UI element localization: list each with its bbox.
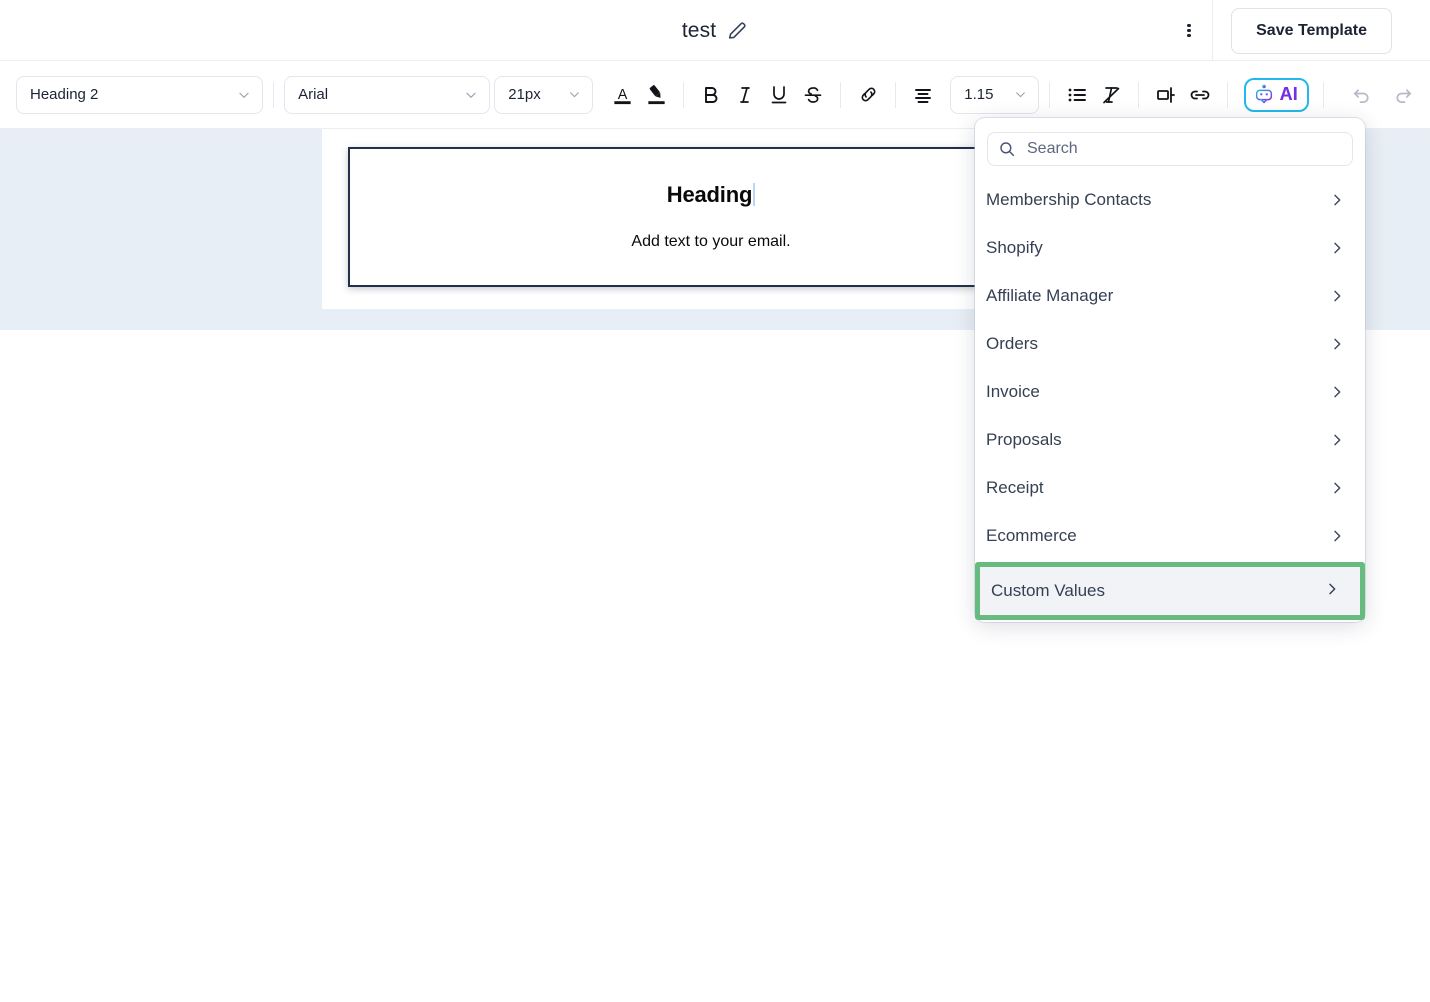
history-controls	[1344, 78, 1420, 112]
text-color-icon[interactable]: A	[605, 78, 639, 112]
line-height-value: 1.15	[964, 86, 994, 103]
selected-text-block[interactable]: Heading Add text to your email.	[348, 147, 1074, 287]
chevron-right-icon	[1329, 288, 1345, 304]
chevron-right-icon	[1329, 192, 1345, 208]
block-heading-value: Heading	[666, 182, 753, 207]
header-actions: Save Template	[1170, 0, 1392, 61]
menu-item-label: Affiliate Manager	[986, 286, 1114, 305]
font-size-value: 21px	[508, 86, 541, 103]
chevron-down-icon	[568, 88, 581, 101]
menu-item-label: Custom Values	[991, 581, 1106, 600]
menu-item-orders[interactable]: Orders	[975, 320, 1365, 368]
link-icon[interactable]	[851, 78, 885, 112]
italic-icon[interactable]	[728, 78, 762, 112]
more-vertical-icon[interactable]	[1170, 12, 1208, 50]
font-family-value: Arial	[298, 86, 329, 103]
chevron-down-icon	[464, 88, 478, 102]
chevron-right-icon	[1329, 240, 1345, 256]
ai-assistant-button[interactable]: AI	[1243, 77, 1309, 112]
text-caret	[753, 183, 756, 206]
menu-item-shopify[interactable]: Shopify	[975, 224, 1365, 272]
paragraph-style-value: Heading 2	[30, 86, 99, 103]
save-template-button[interactable]: Save Template	[1231, 7, 1392, 54]
menu-item-proposals[interactable]: Proposals	[975, 416, 1365, 464]
menu-item-label: Invoice	[986, 382, 1040, 401]
toolbar-divider	[683, 81, 685, 108]
menu-search-container	[975, 118, 1365, 176]
toolbar-divider	[1137, 81, 1139, 108]
bold-icon[interactable]	[694, 78, 728, 112]
line-height-select[interactable]: 1.15	[950, 75, 1039, 114]
menu-item-affiliate-manager[interactable]: Affiliate Manager	[975, 272, 1365, 320]
block-heading-text[interactable]: Heading	[350, 182, 1072, 208]
robot-icon	[1253, 84, 1275, 106]
merge-field-category-list: Membership Contacts Shopify Affiliate Ma…	[975, 176, 1365, 622]
chevron-right-icon	[1329, 528, 1345, 544]
chevron-right-icon	[1329, 432, 1345, 448]
underline-icon[interactable]	[762, 78, 796, 112]
menu-item-label: Orders	[986, 334, 1038, 353]
highlight-color-icon[interactable]	[639, 78, 673, 112]
merge-link-icon[interactable]	[1183, 78, 1217, 112]
align-icon[interactable]	[906, 78, 940, 112]
block-subtext[interactable]: Add text to your email.	[350, 233, 1072, 251]
menu-item-label: Shopify	[986, 238, 1043, 257]
pencil-icon[interactable]	[726, 20, 748, 42]
clear-formatting-icon[interactable]	[1094, 78, 1128, 112]
highlight-annotation-ring: Custom Values	[975, 562, 1365, 620]
menu-item-receipt[interactable]: Receipt	[975, 464, 1365, 512]
chevron-right-icon	[1329, 480, 1345, 496]
chevron-down-icon	[237, 88, 251, 102]
ai-button-label: AI	[1279, 84, 1298, 104]
chevron-right-icon	[1329, 336, 1345, 352]
menu-item-invoice[interactable]: Invoice	[975, 368, 1365, 416]
toolbar-divider	[1226, 81, 1228, 108]
toolbar-divider	[273, 81, 275, 108]
split-block-icon[interactable]	[1149, 78, 1183, 112]
header-divider	[1212, 0, 1214, 61]
search-icon	[998, 140, 1016, 158]
svg-text:A: A	[617, 86, 627, 102]
paragraph-style-select[interactable]: Heading 2	[16, 75, 264, 114]
page-title: test	[681, 18, 717, 42]
menu-item-membership-contacts[interactable]: Membership Contacts	[975, 176, 1365, 224]
chevron-right-icon	[1324, 581, 1340, 602]
redo-icon[interactable]	[1386, 78, 1420, 112]
email-template-editor: test Save Template Heading 2 Arial 21px …	[0, 0, 1430, 1002]
font-family-select[interactable]: Arial	[284, 75, 491, 114]
bullet-list-icon[interactable]	[1060, 78, 1094, 112]
search-box[interactable]	[987, 132, 1353, 166]
merge-field-dropdown: Membership Contacts Shopify Affiliate Ma…	[975, 118, 1365, 622]
chevron-down-icon	[1014, 88, 1027, 101]
search-input[interactable]	[1025, 139, 1342, 159]
toolbar-divider	[1323, 81, 1324, 108]
font-size-select[interactable]: 21px	[494, 75, 594, 114]
app-header: test Save Template	[0, 0, 1430, 61]
chevron-right-icon	[1329, 384, 1345, 400]
menu-item-label: Proposals	[986, 430, 1062, 449]
menu-item-custom-values[interactable]: Custom Values	[980, 567, 1360, 615]
toolbar-divider	[895, 81, 897, 108]
strikethrough-icon[interactable]	[796, 78, 830, 112]
menu-item-label: Ecommerce	[986, 526, 1077, 545]
menu-item-label: Receipt	[986, 478, 1044, 497]
menu-item-label: Membership Contacts	[986, 190, 1152, 209]
menu-item-ecommerce[interactable]: Ecommerce	[975, 512, 1365, 560]
toolbar-divider	[840, 81, 842, 108]
undo-icon[interactable]	[1344, 78, 1378, 112]
toolbar-divider	[1048, 81, 1050, 108]
